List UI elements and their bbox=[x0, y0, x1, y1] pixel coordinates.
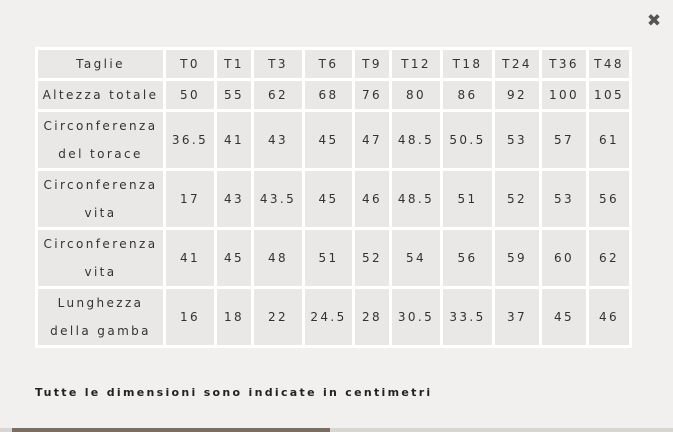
measurement-cell: 24.5 bbox=[305, 289, 352, 345]
measurement-cell: 51 bbox=[443, 171, 492, 227]
measurement-cell: 33.5 bbox=[443, 289, 492, 345]
measurement-cell: 28 bbox=[355, 289, 389, 345]
measurement-cell: 68 bbox=[305, 81, 352, 109]
measurement-cell: 105 bbox=[589, 81, 629, 109]
measurement-cell: 76 bbox=[355, 81, 389, 109]
table-row: Circonferenza vita 17 43 43.5 45 46 48.5 51 52 53… bbox=[38, 171, 629, 227]
measurement-cell: 22 bbox=[254, 289, 302, 345]
measurement-cell: 92 bbox=[495, 81, 539, 109]
units-note: Tutte le dimensioni sono indicate in cen… bbox=[35, 386, 433, 399]
measurement-cell: 48.5 bbox=[392, 171, 440, 227]
size-header-cell: T18 bbox=[443, 50, 492, 78]
measurement-cell: 41 bbox=[217, 112, 251, 168]
size-header-cell: T0 bbox=[166, 50, 214, 78]
measurement-cell: 30.5 bbox=[392, 289, 440, 345]
table-row: Circonferenza vita 41 45 48 51 52 54 56 59 60 62 bbox=[38, 230, 629, 286]
measurement-cell: 52 bbox=[495, 171, 539, 227]
measurement-cell: 43 bbox=[217, 171, 251, 227]
measurement-cell: 80 bbox=[392, 81, 440, 109]
measurement-cell: 57 bbox=[542, 112, 586, 168]
background-image-strip bbox=[0, 428, 673, 432]
row-label-cell: Lunghezza della gamba bbox=[38, 289, 163, 345]
measurement-cell: 43 bbox=[254, 112, 302, 168]
table-row: Circonferenza del torace 36.5 41 43 45 47 48.5… bbox=[38, 112, 629, 168]
size-header-cell: T6 bbox=[305, 50, 352, 78]
size-header-cell: T12 bbox=[392, 50, 440, 78]
measurement-cell: 62 bbox=[589, 230, 629, 286]
measurement-cell: 100 bbox=[542, 81, 586, 109]
measurement-cell: 86 bbox=[443, 81, 492, 109]
measurement-cell: 47 bbox=[355, 112, 389, 168]
measurement-cell: 18 bbox=[217, 289, 251, 345]
row-label-cell: Circonferenza vita bbox=[38, 171, 163, 227]
size-header-cell: T24 bbox=[495, 50, 539, 78]
measurement-cell: 45 bbox=[542, 289, 586, 345]
measurement-cell: 59 bbox=[495, 230, 539, 286]
measurement-cell: 56 bbox=[589, 171, 629, 227]
measurement-cell: 50.5 bbox=[443, 112, 492, 168]
measurement-cell: 55 bbox=[217, 81, 251, 109]
row-label-cell: Circonferenza del torace bbox=[38, 112, 163, 168]
measurement-cell: 51 bbox=[305, 230, 352, 286]
table-header-row: Taglie T0 T1 T3 T6 T9 T12 T18 T24 T36 T48 bbox=[38, 50, 629, 78]
measurement-cell: 43.5 bbox=[254, 171, 302, 227]
table-row: Altezza totale 50 55 62 68 76 80 86 92 100 105 bbox=[38, 81, 629, 109]
measurement-cell: 62 bbox=[254, 81, 302, 109]
size-header-cell: T48 bbox=[589, 50, 629, 78]
table-row: Lunghezza della gamba 16 18 22 24.5 28 30.5 33.… bbox=[38, 289, 629, 345]
size-header-cell: T36 bbox=[542, 50, 586, 78]
measurement-cell: 61 bbox=[589, 112, 629, 168]
measurement-cell: 17 bbox=[166, 171, 214, 227]
size-guide-modal: ✖ Taglie T0 T1 T3 T6 T9 T12 T18 T24 T36 T48 Altezza… bbox=[0, 0, 673, 428]
measurement-cell: 45 bbox=[217, 230, 251, 286]
header-label-cell: Taglie bbox=[38, 50, 163, 78]
measurement-cell: 45 bbox=[305, 112, 352, 168]
measurement-cell: 50 bbox=[166, 81, 214, 109]
measurement-cell: 53 bbox=[542, 171, 586, 227]
measurement-cell: 16 bbox=[166, 289, 214, 345]
measurement-cell: 60 bbox=[542, 230, 586, 286]
measurement-cell: 46 bbox=[355, 171, 389, 227]
measurement-cell: 41 bbox=[166, 230, 214, 286]
row-label-cell: Circonferenza vita bbox=[38, 230, 163, 286]
measurement-cell: 54 bbox=[392, 230, 440, 286]
size-header-cell: T1 bbox=[217, 50, 251, 78]
measurement-cell: 37 bbox=[495, 289, 539, 345]
size-header-cell: T3 bbox=[254, 50, 302, 78]
measurement-cell: 48 bbox=[254, 230, 302, 286]
size-table: Taglie T0 T1 T3 T6 T9 T12 T18 T24 T36 T48 Altezza t… bbox=[35, 47, 632, 348]
measurement-cell: 48.5 bbox=[392, 112, 440, 168]
measurement-cell: 46 bbox=[589, 289, 629, 345]
measurement-cell: 52 bbox=[355, 230, 389, 286]
size-header-cell: T9 bbox=[355, 50, 389, 78]
measurement-cell: 36.5 bbox=[166, 112, 214, 168]
measurement-cell: 53 bbox=[495, 112, 539, 168]
measurement-cell: 56 bbox=[443, 230, 492, 286]
measurement-cell: 45 bbox=[305, 171, 352, 227]
close-icon[interactable]: ✖ bbox=[645, 12, 663, 30]
row-label-cell: Altezza totale bbox=[38, 81, 163, 109]
